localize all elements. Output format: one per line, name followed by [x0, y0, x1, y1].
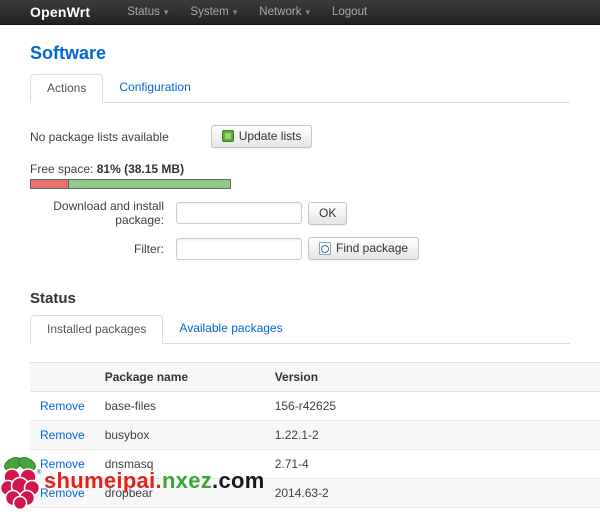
nav-item-network[interactable]: Network ▾	[248, 6, 321, 18]
header-action	[30, 363, 95, 392]
remove-link[interactable]: Remove	[40, 457, 85, 471]
table-row: Remove firewall 2014-09-19	[30, 508, 600, 512]
filter-label: Filter:	[30, 242, 170, 256]
free-space-value: 81% (38.15 MB)	[97, 162, 184, 176]
nav-item-logout[interactable]: Logout	[321, 6, 378, 18]
table-row: Remove dropbear 2014.63-2	[30, 479, 600, 508]
nav-item-label: System	[190, 6, 228, 18]
filter-input[interactable]	[176, 238, 302, 260]
tab-available-packages[interactable]: Available packages	[163, 315, 298, 344]
reload-icon	[222, 130, 234, 142]
nav-item-label: Status	[127, 6, 160, 18]
table-row: Remove busybox 1.22.1-2	[30, 421, 600, 450]
main-tabs: Actions Configuration	[30, 74, 570, 103]
tab-configuration[interactable]: Configuration	[103, 74, 206, 103]
package-version-cell: 156-r42625	[265, 392, 600, 421]
header-version: Version	[265, 363, 600, 392]
remove-link[interactable]: Remove	[40, 486, 85, 500]
tab-actions[interactable]: Actions	[30, 74, 103, 103]
ok-button[interactable]: OK	[308, 202, 347, 225]
chevron-down-icon: ▾	[233, 8, 238, 17]
free-space-label: Free space:	[30, 162, 93, 176]
free-space-line: Free space: 81% (38.15 MB)	[30, 162, 600, 176]
ok-button-label: OK	[319, 206, 336, 220]
status-section-title: Status	[30, 290, 600, 307]
nav-item-label: Network	[259, 6, 301, 18]
package-name-cell: busybox	[95, 421, 265, 450]
remove-link[interactable]: Remove	[40, 428, 85, 442]
package-name-cell: dropbear	[95, 479, 265, 508]
remove-link[interactable]: Remove	[40, 399, 85, 413]
brand-logo: OpenWrt	[30, 4, 90, 20]
installed-packages-table: Package name Version Remove base-files 1…	[30, 362, 600, 512]
download-package-input[interactable]	[176, 202, 302, 224]
tab-installed-packages[interactable]: Installed packages	[30, 315, 163, 344]
header-package-name: Package name	[95, 363, 265, 392]
download-install-label: Download and install package:	[30, 199, 170, 227]
package-version-cell: 2.71-4	[265, 450, 600, 479]
status-tabs: Installed packages Available packages	[30, 315, 570, 344]
nav-item-system[interactable]: System ▾	[179, 6, 248, 18]
no-package-lists-text: No package lists available	[30, 130, 169, 144]
chevron-down-icon: ▾	[164, 8, 169, 17]
find-package-button[interactable]: Find package	[308, 237, 419, 260]
update-lists-label: Update lists	[239, 129, 302, 143]
package-name-cell: firewall	[95, 508, 265, 512]
table-row: Remove dnsmasq 2.71-4	[30, 450, 600, 479]
nav-item-label: Logout	[332, 6, 367, 18]
package-version-cell: 1.22.1-2	[265, 421, 600, 450]
package-name-cell: dnsmasq	[95, 450, 265, 479]
free-space-used	[31, 180, 69, 188]
package-version-cell: 2014-09-19	[265, 508, 600, 512]
package-version-cell: 2014.63-2	[265, 479, 600, 508]
free-space-free	[69, 180, 230, 188]
update-lists-button[interactable]: Update lists	[211, 125, 313, 148]
chevron-down-icon: ▾	[305, 8, 310, 17]
free-space-progressbar	[30, 179, 231, 189]
top-navbar: OpenWrt Status ▾ System ▾ Network ▾ Logo…	[0, 0, 600, 25]
page-title: Software	[30, 43, 600, 64]
search-page-icon	[319, 242, 331, 255]
table-header-row: Package name Version	[30, 363, 600, 392]
find-package-label: Find package	[336, 241, 408, 255]
table-row: Remove base-files 156-r42625	[30, 392, 600, 421]
nav-item-status[interactable]: Status ▾	[116, 6, 179, 18]
package-name-cell: base-files	[95, 392, 265, 421]
